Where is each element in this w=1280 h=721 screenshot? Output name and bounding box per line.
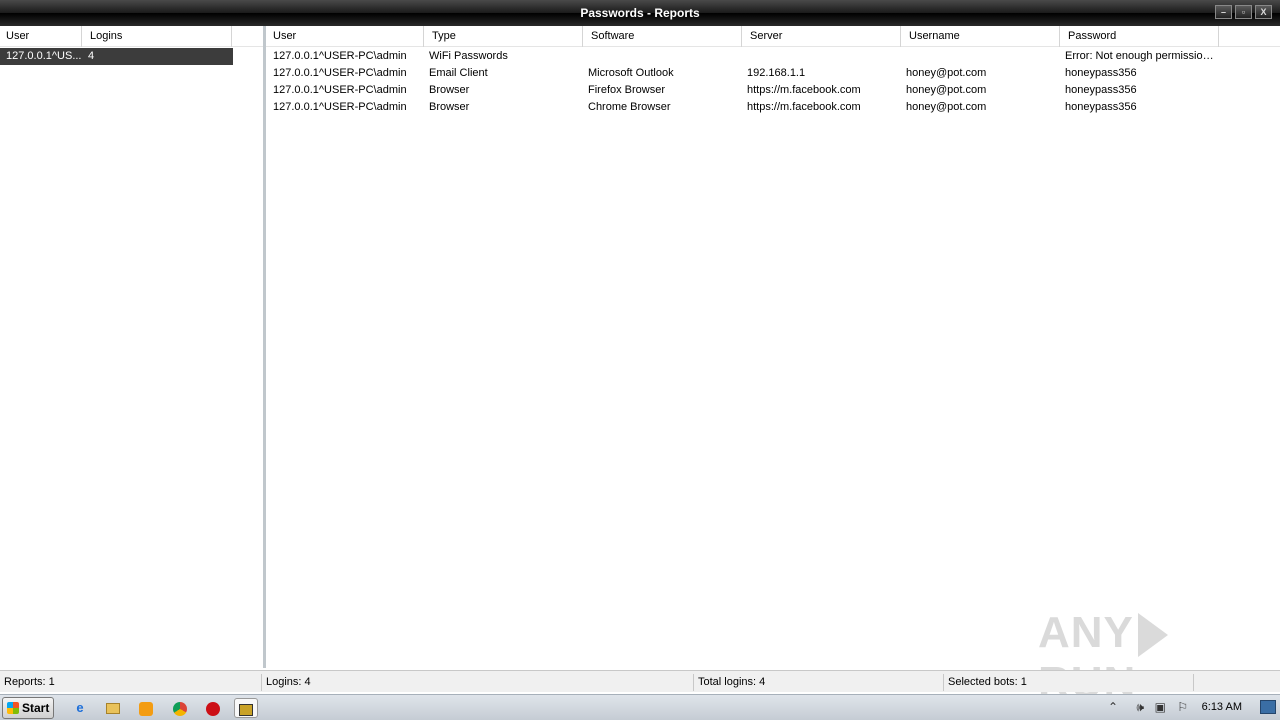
start-label: Start — [22, 701, 50, 715]
cell-software: Chrome Browser — [588, 101, 671, 113]
table-row[interactable]: 127.0.0.1^US... 4 — [0, 48, 233, 65]
cell-type: Browser — [429, 101, 470, 113]
column-header-type[interactable]: Type — [424, 26, 583, 47]
cell-software: Microsoft Outlook — [588, 67, 674, 79]
cell-user: 127.0.0.1^US... — [6, 50, 82, 62]
cell-password: honeypass356 — [1065, 101, 1137, 113]
passwords-table-pane: User Type Software Server Username Passw… — [266, 26, 1280, 668]
network-icon[interactable]: ▣ — [1155, 700, 1166, 714]
watermark-left-text: ANY — [1038, 608, 1134, 657]
media-player-icon[interactable] — [134, 698, 158, 718]
cell-logins: 4 — [88, 50, 95, 62]
table-row[interactable]: 127.0.0.1^USER-PC\admin Email Client Mic… — [266, 65, 1280, 82]
window-title: Passwords - Reports — [580, 6, 700, 20]
cell-username: honey@pot.com — [906, 67, 987, 79]
status-logins: Logins: 4 — [262, 674, 694, 691]
system-tray: ⌃ 🕪 ▣ ⚐ 6:13 AM — [1100, 695, 1280, 721]
show-desktop-icon[interactable] — [1260, 700, 1276, 714]
cell-server: https://m.facebook.com — [747, 101, 861, 113]
cell-server: https://m.facebook.com — [747, 84, 861, 96]
chrome-icon[interactable] — [168, 698, 192, 718]
cell-username: honey@pot.com — [906, 84, 987, 96]
cell-username: honey@pot.com — [906, 101, 987, 113]
cell-type: Email Client — [429, 67, 488, 79]
windows-logo-icon — [7, 702, 19, 714]
column-header-software[interactable]: Software — [583, 26, 742, 47]
status-total-logins: Total logins: 4 — [694, 674, 944, 691]
table-row[interactable]: 127.0.0.1^USER-PC\admin Browser Firefox … — [266, 82, 1280, 99]
passwords-table-header: User Type Software Server Username Passw… — [266, 26, 1280, 47]
cell-username — [906, 48, 1056, 65]
show-hidden-icons-icon[interactable]: ⌃ — [1108, 700, 1118, 714]
cell-user: 127.0.0.1^USER-PC\admin — [273, 67, 407, 79]
column-header-user[interactable]: User — [266, 26, 424, 47]
minimize-button[interactable]: – — [1215, 5, 1232, 19]
column-header-username[interactable]: Username — [901, 26, 1060, 47]
restore-button[interactable]: ▫ — [1235, 5, 1252, 19]
cell-server — [747, 48, 897, 65]
cell-password: honeypass356 — [1065, 84, 1137, 96]
window-titlebar: Passwords - Reports – ▫ X — [0, 0, 1280, 26]
table-row[interactable]: 127.0.0.1^USER-PC\admin Browser Chrome B… — [266, 99, 1280, 116]
status-reports: Reports: 1 — [0, 674, 262, 691]
volume-icon[interactable]: 🕪 — [1136, 700, 1144, 715]
play-icon — [1137, 613, 1168, 658]
window-controls: – ▫ X — [1215, 5, 1272, 19]
opera-icon[interactable] — [201, 698, 225, 718]
anyrun-watermark: ANYRUN — [1038, 608, 1238, 707]
column-header-password[interactable]: Password — [1060, 26, 1219, 47]
column-header-logins[interactable]: Logins — [82, 26, 232, 47]
taskbar: Start e ⌃ 🕪 ▣ ⚐ 6:13 AM — [0, 694, 1280, 720]
internet-explorer-icon[interactable]: e — [68, 698, 92, 718]
cell-server: 192.168.1.1 — [747, 67, 806, 79]
cell-software — [588, 48, 738, 65]
cell-software: Firefox Browser — [588, 84, 666, 96]
cell-password: Error: Not enough permission. ... — [1065, 50, 1219, 62]
status-selected-bots: Selected bots: 1 — [944, 674, 1194, 691]
column-header-server[interactable]: Server — [742, 26, 901, 47]
column-header-user[interactable]: User — [0, 26, 82, 47]
table-row[interactable]: 127.0.0.1^USER-PC\admin WiFi Passwords E… — [266, 48, 1280, 65]
statusbar: Reports: 1 Logins: 4 Total logins: 4 Sel… — [0, 670, 1280, 692]
app-icon[interactable] — [234, 698, 258, 718]
reports-list-header: User Logins — [0, 26, 263, 47]
cell-user: 127.0.0.1^USER-PC\admin — [273, 50, 407, 62]
cell-user: 127.0.0.1^USER-PC\admin — [273, 101, 407, 113]
cell-user: 127.0.0.1^USER-PC\admin — [273, 84, 407, 96]
cell-type: Browser — [429, 84, 470, 96]
action-center-flag-icon[interactable]: ⚐ — [1177, 700, 1188, 714]
file-explorer-icon[interactable] — [101, 698, 125, 718]
cell-password: honeypass356 — [1065, 67, 1137, 79]
taskbar-clock[interactable]: 6:13 AM — [1202, 701, 1242, 713]
start-button[interactable]: Start — [2, 697, 54, 719]
cell-type: WiFi Passwords — [429, 50, 508, 62]
reports-list-pane: User Logins 127.0.0.1^US... 4 — [0, 26, 263, 668]
close-button[interactable]: X — [1255, 5, 1272, 19]
